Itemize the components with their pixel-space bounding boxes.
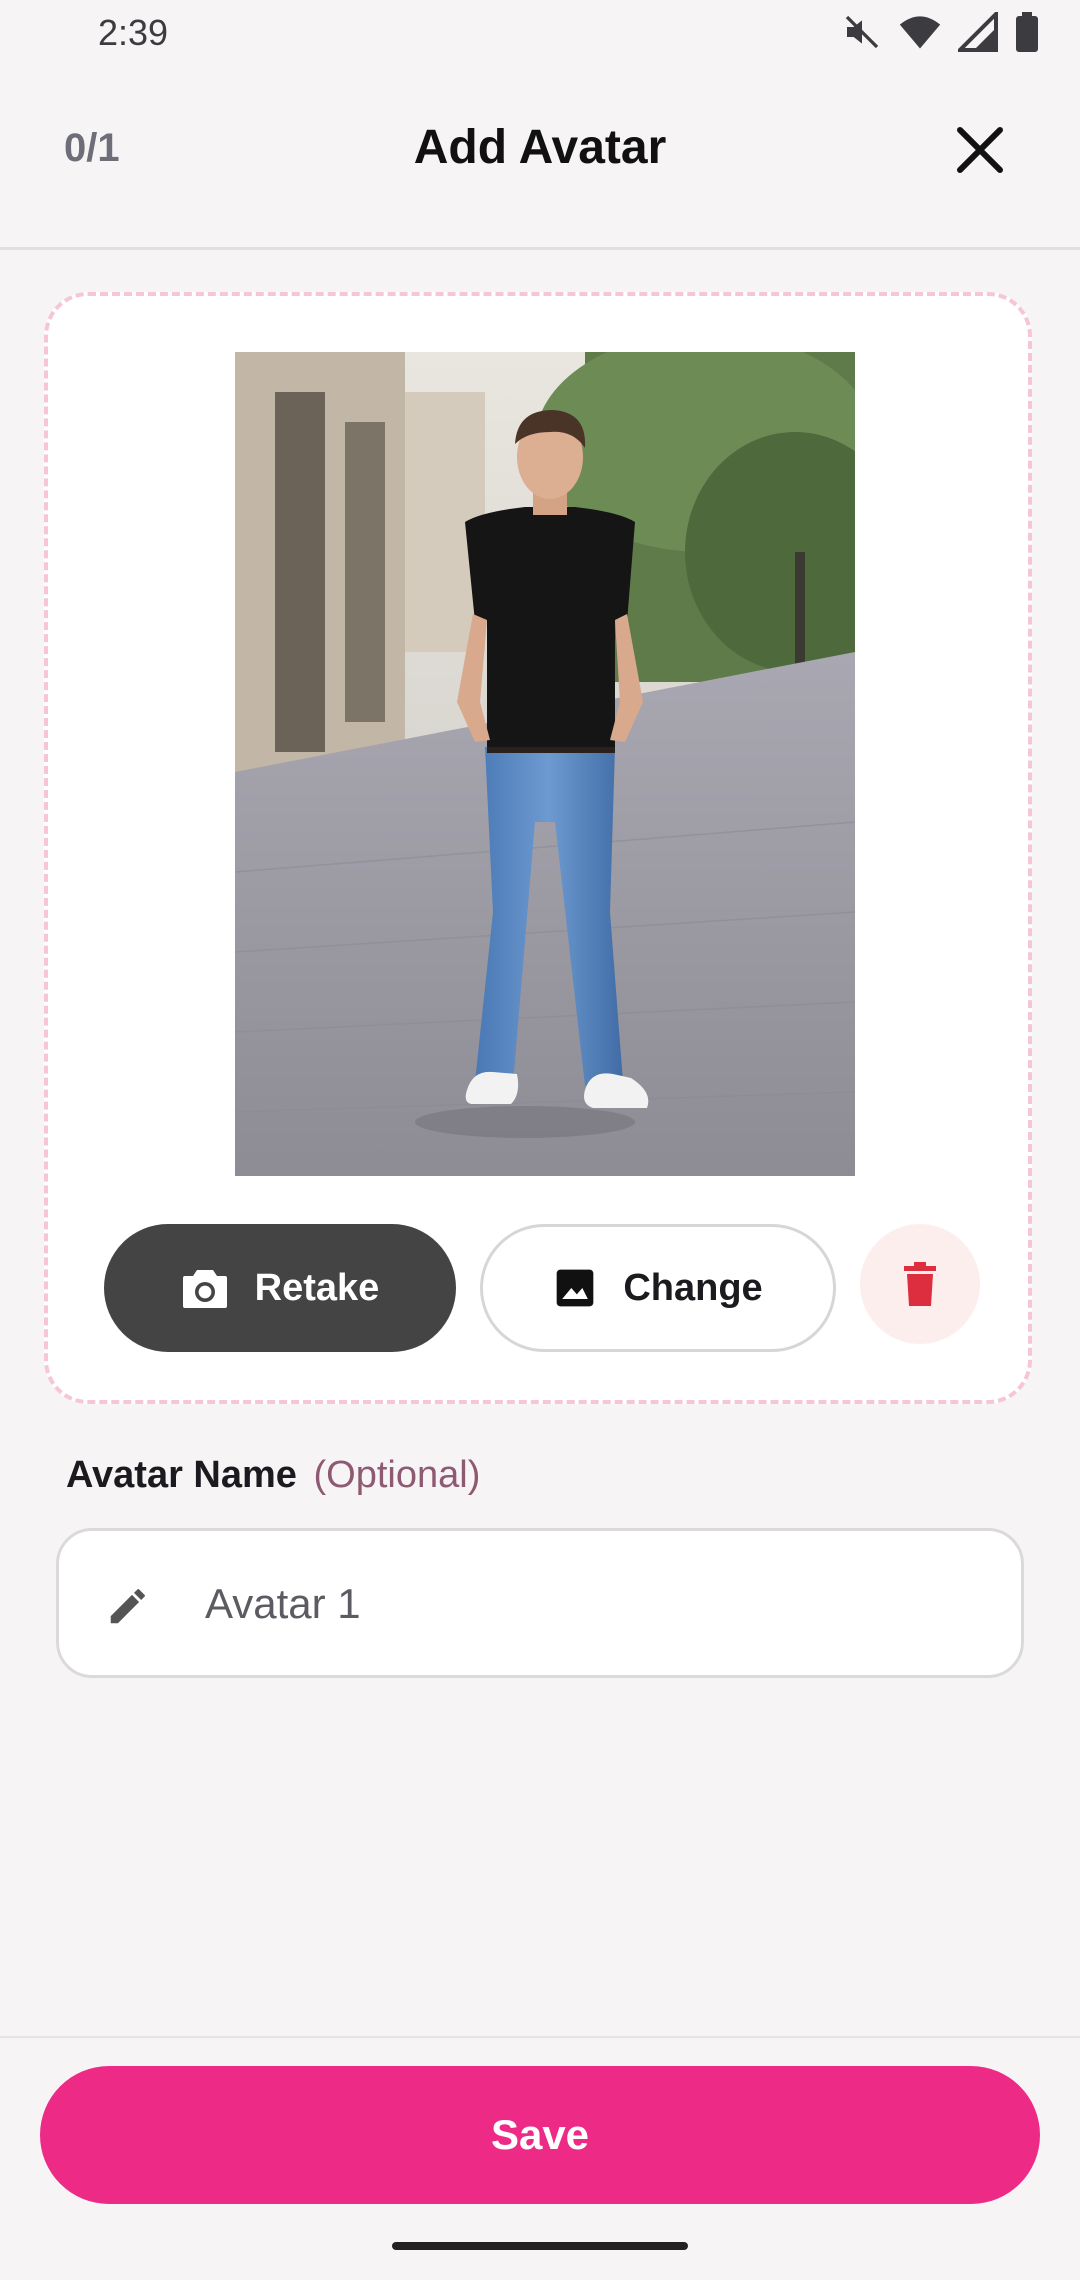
save-button[interactable]: Save xyxy=(40,2066,1040,2204)
wifi-icon xyxy=(899,16,941,49)
mute-icon xyxy=(845,15,879,49)
avatar-photo xyxy=(235,352,855,1176)
header-divider xyxy=(0,247,1080,250)
battery-icon xyxy=(1016,12,1038,52)
retake-button[interactable]: Retake xyxy=(104,1224,456,1352)
avatar-name-field[interactable] xyxy=(56,1528,1024,1678)
page-title: Add Avatar xyxy=(413,121,667,174)
photo-card: Retake Change xyxy=(44,292,1032,1404)
change-label: Change xyxy=(623,1266,763,1309)
field-label-text: Avatar Name xyxy=(66,1454,297,1496)
close-icon xyxy=(957,127,1003,173)
trash-icon xyxy=(904,1262,936,1306)
image-icon xyxy=(556,1269,594,1307)
optional-hint: (Optional) xyxy=(313,1454,481,1496)
retake-label: Retake xyxy=(254,1266,380,1309)
home-indicator xyxy=(392,2242,688,2250)
delete-button[interactable] xyxy=(860,1224,980,1344)
footer-divider xyxy=(0,2036,1080,2038)
status-bar: 2:39 xyxy=(0,0,1080,70)
avatar-name-input[interactable] xyxy=(203,1567,987,1641)
avatar-name-label: Avatar Name (Optional) xyxy=(66,1454,480,1497)
close-button[interactable] xyxy=(950,120,1010,180)
signal-icon xyxy=(958,12,998,52)
camera-icon xyxy=(182,1270,227,1308)
status-icons xyxy=(842,12,1040,52)
change-button[interactable]: Change xyxy=(480,1224,836,1352)
header: 0/1 Add Avatar xyxy=(0,90,1080,210)
pencil-icon xyxy=(110,1588,146,1624)
status-time: 2:39 xyxy=(98,12,169,53)
